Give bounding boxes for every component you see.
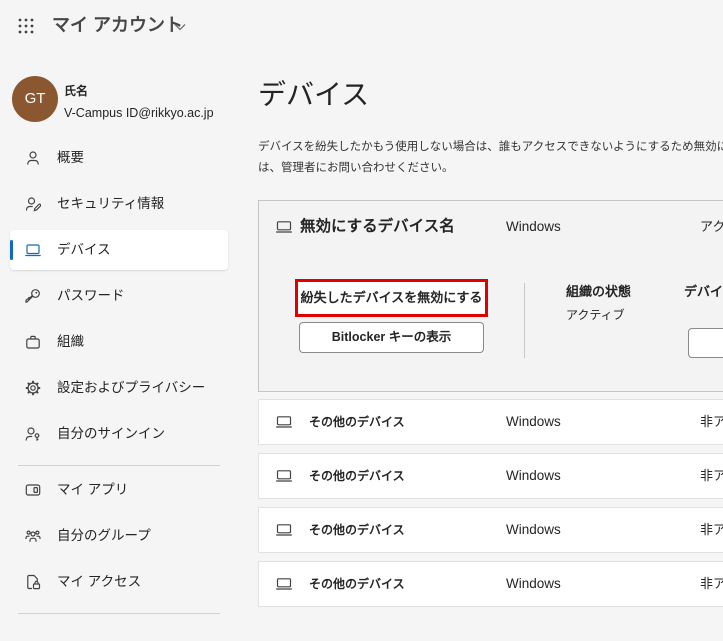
device-status: 非ア	[700, 576, 723, 591]
sidebar-item-devices[interactable]: デバイス	[10, 230, 228, 270]
person-edit-icon	[25, 196, 41, 212]
waffle-icon[interactable]	[18, 18, 34, 34]
key-icon	[25, 288, 41, 304]
device-row-header[interactable]: 無効にするデバイス名 Windows アク	[259, 201, 723, 253]
sidebar-item-organization[interactable]: 組織	[10, 322, 228, 362]
device-name: その他のデバイス	[309, 415, 405, 429]
sidebar-item-password[interactable]: パスワード	[10, 276, 228, 316]
description-line: は、管理者にお問い合わせください。	[258, 162, 454, 174]
device-action-button[interactable]	[688, 328, 723, 358]
profile-name: 氏名	[64, 84, 89, 98]
description-line: デバイスを紛失したかもう使用しない場合は、誰もアクセスできないようにするため無効…	[258, 141, 723, 153]
chevron-down-icon[interactable]	[174, 23, 186, 31]
sidebar-item-label: デバイス	[57, 242, 111, 257]
device-status: アク	[700, 219, 723, 234]
device-row[interactable]: その他のデバイス Windows 非ア	[258, 561, 723, 607]
document-lock-icon	[25, 574, 41, 590]
disable-lost-device-button[interactable]: 紛失したデバイスを無効にする	[295, 279, 488, 317]
device-row[interactable]: その他のデバイス Windows 非ア	[258, 507, 723, 553]
sidebar-item-security-info[interactable]: セキュリティ情報	[10, 184, 228, 224]
laptop-icon	[25, 242, 41, 258]
sidebar-divider	[18, 613, 220, 614]
sidebar-item-my-signins[interactable]: 自分のサインイン	[10, 414, 228, 454]
person-key-icon	[25, 426, 41, 442]
laptop-icon	[276, 416, 292, 428]
sidebar-item-label: パスワード	[57, 288, 125, 303]
sidebar-item-label: マイ アプリ	[57, 482, 129, 497]
briefcase-icon	[25, 334, 41, 350]
device-name: その他のデバイス	[309, 469, 405, 483]
device-card-expanded: 無効にするデバイス名 Windows アク 紛失したデバイスを無効にする Bit…	[258, 200, 723, 392]
sidebar-item-overview[interactable]: 概要	[10, 138, 228, 178]
sidebar-item-settings-privacy[interactable]: 設定およびプライバシー	[10, 368, 228, 408]
device-os: Windows	[506, 576, 561, 591]
sidebar-item-label: 概要	[57, 150, 84, 165]
sidebar-item-label: 自分のサインイン	[57, 426, 165, 441]
selected-indicator	[10, 240, 13, 260]
org-status-value: アクティブ	[566, 308, 625, 322]
sidebar-item-label: マイ アクセス	[57, 574, 142, 589]
profile-account: V-Campus ID@rikkyo.ac.jp	[64, 106, 214, 120]
device-os: Windows	[506, 414, 561, 429]
sidebar-item-label: 自分のグループ	[57, 528, 151, 543]
sidebar-item-my-access[interactable]: マイ アクセス	[10, 562, 228, 602]
device-row[interactable]: その他のデバイス Windows 非ア	[258, 399, 723, 445]
vertical-divider	[524, 283, 525, 358]
device-name: その他のデバイス	[309, 523, 405, 537]
sidebar-item-label: セキュリティ情報	[57, 196, 165, 211]
laptop-icon	[276, 524, 292, 536]
device-name: 無効にするデバイス名	[300, 218, 455, 235]
page-title: デバイス	[258, 79, 370, 110]
my-account-page: マイ アカウント GT 氏名 V-Campus ID@rikkyo.ac.jp …	[0, 0, 723, 641]
device-status: 非ア	[700, 522, 723, 537]
device-row[interactable]: その他のデバイス Windows 非ア	[258, 453, 723, 499]
app-title[interactable]: マイ アカウント	[52, 14, 183, 36]
device-status: 非ア	[700, 468, 723, 483]
people-icon	[25, 528, 41, 544]
device-column-label: デバイス	[684, 284, 723, 299]
sidebar-item-label: 組織	[57, 334, 84, 349]
sidebar-item-my-groups[interactable]: 自分のグループ	[10, 516, 228, 556]
show-bitlocker-key-button[interactable]: Bitlocker キーの表示	[299, 322, 484, 353]
avatar: GT	[12, 76, 58, 122]
sidebar-item-my-apps[interactable]: マイ アプリ	[10, 470, 228, 510]
sidebar-divider	[18, 465, 220, 466]
device-os: Windows	[506, 468, 561, 483]
sidebar-item-label: 設定およびプライバシー	[57, 380, 206, 395]
device-status: 非ア	[700, 414, 723, 429]
laptop-icon	[276, 470, 292, 482]
laptop-icon	[276, 578, 292, 590]
gear-icon	[25, 380, 41, 396]
device-os: Windows	[506, 219, 561, 234]
apps-icon	[25, 482, 41, 498]
person-icon	[25, 150, 41, 166]
device-os: Windows	[506, 522, 561, 537]
org-status-label: 組織の状態	[566, 284, 632, 299]
laptop-icon	[276, 221, 292, 233]
device-name: その他のデバイス	[309, 577, 405, 591]
